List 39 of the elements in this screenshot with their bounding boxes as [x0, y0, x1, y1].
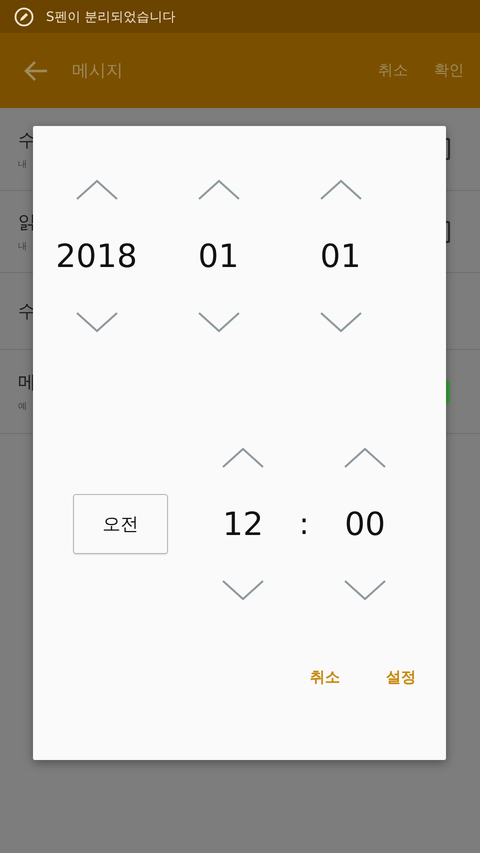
chevron-down-icon — [198, 311, 240, 333]
chevron-down-icon — [76, 311, 118, 333]
increment-button[interactable] — [196, 178, 240, 202]
decrement-button[interactable] — [318, 310, 362, 334]
decrement-button[interactable] — [343, 578, 387, 602]
dialog-button[interactable]: 취소 — [310, 668, 340, 687]
increment-button[interactable] — [221, 446, 265, 470]
chevron-down-icon — [344, 579, 386, 601]
chevron-down-icon — [222, 579, 264, 601]
setting-title: 읽 — [18, 211, 36, 234]
am-pm-button[interactable]: 오전 — [73, 494, 168, 554]
pen-icon — [14, 6, 34, 26]
increment-button[interactable] — [343, 446, 387, 470]
screen-title: 메시지 — [72, 60, 124, 82]
chevron-up-icon — [76, 179, 118, 201]
spinner-value: 12 — [222, 504, 264, 545]
app-bar-action[interactable]: 취소 — [378, 61, 408, 80]
app-bar-action[interactable]: 확인 — [434, 61, 464, 80]
decrement-button[interactable] — [74, 310, 118, 334]
decrement-button[interactable] — [221, 578, 265, 602]
back-arrow-icon[interactable] — [24, 60, 48, 82]
increment-button[interactable] — [74, 178, 118, 202]
setting-description: 내 — [18, 241, 27, 253]
setting-description: 내 — [18, 158, 27, 170]
spinner-value: 01 — [320, 236, 361, 277]
spinner-value: 01 — [198, 236, 239, 277]
spinner-value: 2018 — [56, 236, 138, 277]
chevron-up-icon — [222, 447, 264, 469]
chevron-up-icon — [198, 179, 240, 201]
notification-text: S펜이 분리되었습니다 — [46, 8, 176, 26]
chevron-down-icon — [320, 311, 362, 333]
time-separator: : — [298, 506, 310, 542]
dialog-button[interactable]: 설정 — [386, 668, 416, 687]
increment-button[interactable] — [318, 178, 362, 202]
decrement-button[interactable] — [196, 310, 240, 334]
chevron-up-icon — [344, 447, 386, 469]
chevron-up-icon — [320, 179, 362, 201]
setting-description: 예 — [18, 401, 27, 413]
spinner-value: 00 — [344, 504, 386, 545]
